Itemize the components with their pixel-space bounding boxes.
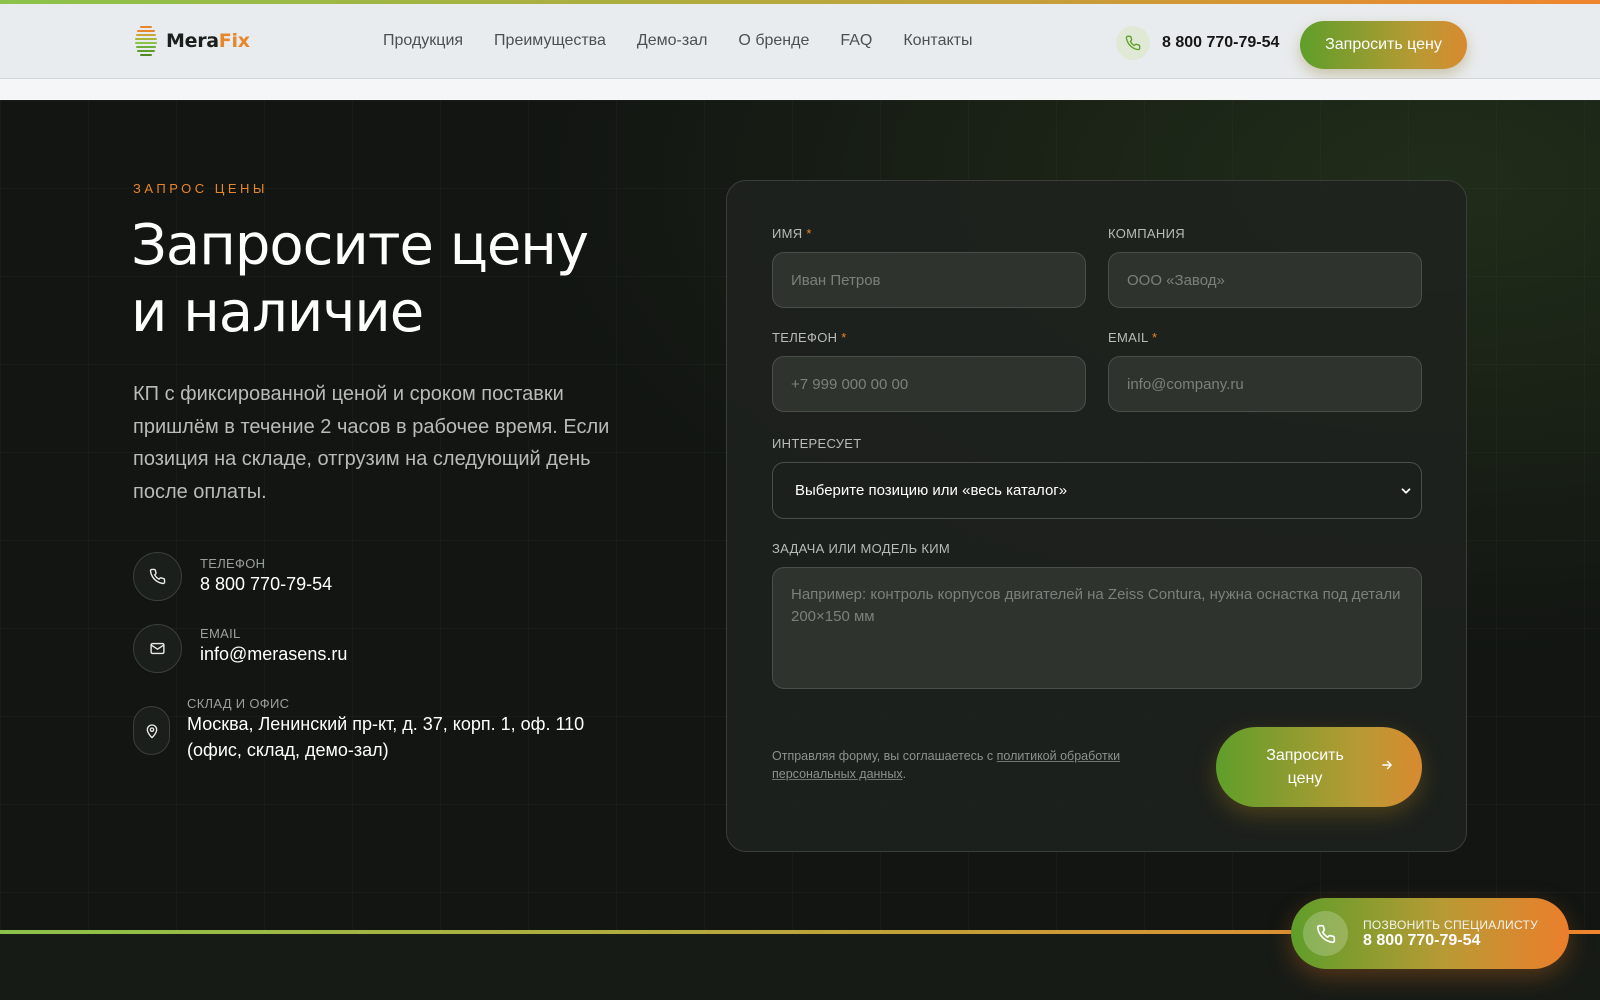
header-phone[interactable]: 8 800 770-79-54 xyxy=(1116,26,1279,60)
interest-select[interactable]: Выберите позицию или «весь каталог» xyxy=(772,462,1422,519)
interest-selected-value: Выберите позицию или «весь каталог» xyxy=(795,482,1068,499)
phone-icon xyxy=(133,552,182,601)
contact-address: СКЛАД И ОФИС Москва, Ленинский пр-кт, д.… xyxy=(133,696,584,763)
logo-text: MeraFix xyxy=(166,30,250,52)
contact-email[interactable]: EMAIL info@merasens.ru xyxy=(133,624,347,673)
contact-phone[interactable]: ТЕЛЕФОН 8 800 770-79-54 xyxy=(133,552,332,601)
name-field[interactable] xyxy=(772,252,1086,308)
contact-email-value: info@merasens.ru xyxy=(200,644,348,664)
nav-item-faq[interactable]: FAQ xyxy=(840,32,872,50)
company-field[interactable] xyxy=(1108,252,1422,308)
interest-label: ИНТЕРЕСУЕТ xyxy=(772,436,862,451)
call-specialist-button[interactable]: ПОЗВОНИТЬ СПЕЦИАЛИСТУ 8 800 770-79-54 xyxy=(1291,898,1569,969)
header-request-price-button[interactable]: Запросить цену xyxy=(1300,21,1467,69)
request-price-form: ИМЯ * КОМПАНИЯ ТЕЛЕФОН * EMAIL * ИНТЕРЕС… xyxy=(726,180,1467,852)
mail-icon xyxy=(133,624,182,673)
call-specialist-phone: 8 800 770-79-54 xyxy=(1363,931,1481,949)
phone-icon xyxy=(1303,911,1348,956)
contact-address-line2: (офис, склад, демо-зал) xyxy=(187,740,389,760)
header-phone-number: 8 800 770-79-54 xyxy=(1162,34,1280,51)
company-label: КОМПАНИЯ xyxy=(1108,226,1185,241)
email-field[interactable] xyxy=(1108,356,1422,412)
contact-address-line1: Москва, Ленинский пр-кт, д. 37, корп. 1,… xyxy=(187,714,585,734)
contact-address-label: СКЛАД И ОФИС xyxy=(187,696,290,711)
contact-phone-label: ТЕЛЕФОН xyxy=(200,556,266,571)
map-pin-icon xyxy=(133,706,170,755)
submit-request-button[interactable]: Запросить цену xyxy=(1216,727,1422,807)
logo[interactable]: MeraFix xyxy=(134,24,250,58)
main-nav: Продукция Преимущества Демо-зал О бренде… xyxy=(383,32,972,50)
nav-item-products[interactable]: Продукция xyxy=(383,32,463,50)
contact-phone-value: 8 800 770-79-54 xyxy=(200,574,333,594)
section-eyebrow: ЗАПРОС ЦЕНЫ xyxy=(133,181,268,196)
consent-text: Отправляя форму, вы соглашаетесь с полит… xyxy=(772,749,1121,781)
call-specialist-label: ПОЗВОНИТЬ СПЕЦИАЛИСТУ xyxy=(1363,917,1539,932)
phone-icon xyxy=(1116,26,1150,60)
phone-label: ТЕЛЕФОН * xyxy=(772,330,847,345)
header-spacer xyxy=(0,79,1600,100)
arrow-right-icon xyxy=(1380,756,1394,779)
name-label: ИМЯ * xyxy=(772,226,812,241)
nav-item-about-brand[interactable]: О бренде xyxy=(738,32,809,50)
site-header: MeraFix Продукция Преимущества Демо-зал … xyxy=(0,4,1600,79)
task-textarea[interactable] xyxy=(772,567,1422,689)
page-title: Запросите цену и наличие xyxy=(131,213,589,345)
nav-item-contacts[interactable]: Контакты xyxy=(903,32,972,50)
submit-label: Запросить цену xyxy=(1266,747,1344,787)
logo-icon xyxy=(134,24,158,58)
chevron-down-icon xyxy=(1399,484,1413,502)
nav-item-demo-hall[interactable]: Демо-зал xyxy=(637,32,708,50)
contact-email-label: EMAIL xyxy=(200,626,241,641)
task-label: ЗАДАЧА ИЛИ МОДЕЛЬ КИМ xyxy=(772,541,951,556)
phone-field[interactable] xyxy=(772,356,1086,412)
email-label: EMAIL * xyxy=(1108,330,1158,345)
nav-item-advantages[interactable]: Преимущества xyxy=(494,32,606,50)
lead-text: КП с фиксированной ценой и сроком постав… xyxy=(133,383,610,503)
